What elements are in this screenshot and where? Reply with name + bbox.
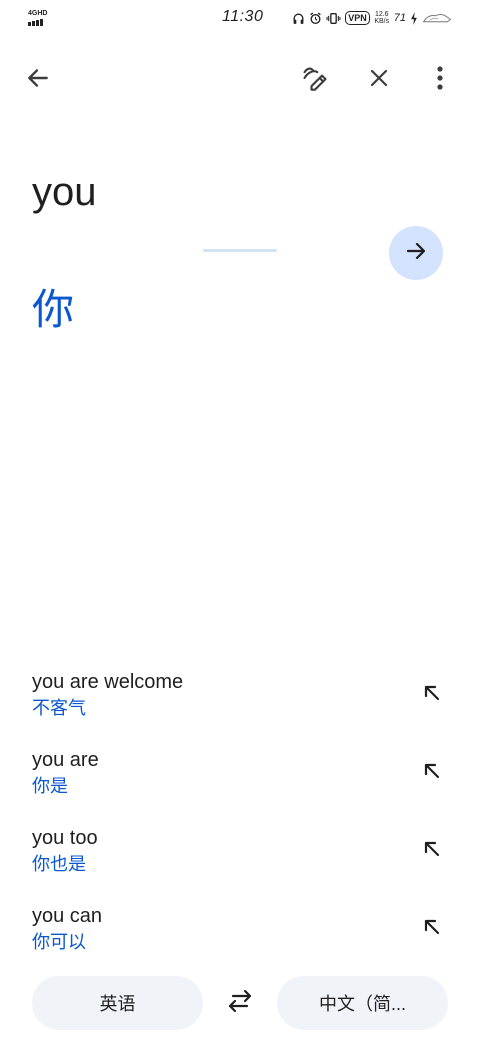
charging-icon: [410, 11, 418, 25]
swap-horiz-icon: [225, 988, 255, 1019]
clear-button[interactable]: [355, 56, 403, 104]
suggestion-translation: 你可以: [32, 932, 86, 952]
suggestion-source: you are welcome: [32, 671, 184, 693]
more-vert-icon: [436, 65, 444, 96]
insert-suggestion-icon[interactable]: [419, 680, 445, 706]
suggestion-list: you are welcome 不客气 you are 你是 you too 你…: [0, 666, 480, 978]
speed-unit: KB/s: [374, 18, 390, 25]
status-bar: 4GHD 11:30 VPN 12.6 KB/s 71: [0, 0, 480, 36]
network-indicator: 4GHD: [28, 10, 52, 28]
speed-value: 12.6: [374, 11, 389, 18]
suggestion-translation: 你是: [32, 776, 68, 796]
suggestion-source: you too: [32, 827, 98, 849]
suggestion-source: you are: [32, 749, 99, 771]
network-type: 4GHD: [28, 10, 48, 17]
suggestion-translation: 不客气: [32, 698, 86, 718]
suggestion-translation: 你也是: [32, 854, 86, 874]
go-button[interactable]: [389, 226, 443, 280]
network-speed: 12.6 KB/s: [374, 11, 390, 25]
back-button[interactable]: [14, 56, 62, 104]
insert-suggestion-icon[interactable]: [419, 914, 445, 940]
status-icons: VPN 12.6 KB/s 71: [292, 9, 452, 27]
handwriting-button[interactable]: [291, 56, 339, 104]
clock: 11:30: [222, 8, 264, 25]
arrow-back-icon: [25, 65, 51, 96]
signal-icon: [28, 19, 43, 26]
insert-suggestion-icon[interactable]: [419, 758, 445, 784]
close-icon: [367, 66, 391, 95]
battery-level: 71: [393, 12, 406, 24]
battery-icon: [422, 11, 452, 25]
source-language-button[interactable]: 英语: [32, 976, 203, 1030]
swap-languages-button[interactable]: [216, 979, 264, 1027]
suggestion-item[interactable]: you too 你也是: [0, 822, 480, 900]
insert-suggestion-icon[interactable]: [419, 836, 445, 862]
translate-screen: 4GHD 11:30 VPN 12.6 KB/s 71 you 你 you ar…: [0, 0, 480, 1040]
vpn-badge: VPN: [345, 11, 370, 25]
alarm-icon: [309, 12, 322, 25]
suggestion-source: you can: [32, 905, 103, 927]
suggestion-item[interactable]: you can 你可以: [0, 900, 480, 978]
translation-result: 你: [32, 286, 75, 333]
source-text-input[interactable]: you: [32, 168, 97, 216]
loading-indicator: [203, 249, 277, 252]
handwriting-icon: [301, 64, 329, 97]
suggestion-item[interactable]: you are welcome 不客气: [0, 666, 480, 744]
more-options-button[interactable]: [416, 56, 464, 104]
target-language-button[interactable]: 中文（简...: [277, 976, 448, 1030]
headphones-icon: [292, 12, 305, 25]
top-toolbar: [0, 56, 480, 104]
arrow-forward-icon: [404, 239, 428, 268]
language-bar: 英语 中文（简...: [0, 976, 480, 1030]
vibrate-icon: [326, 12, 341, 25]
suggestion-item[interactable]: you are 你是: [0, 744, 480, 822]
